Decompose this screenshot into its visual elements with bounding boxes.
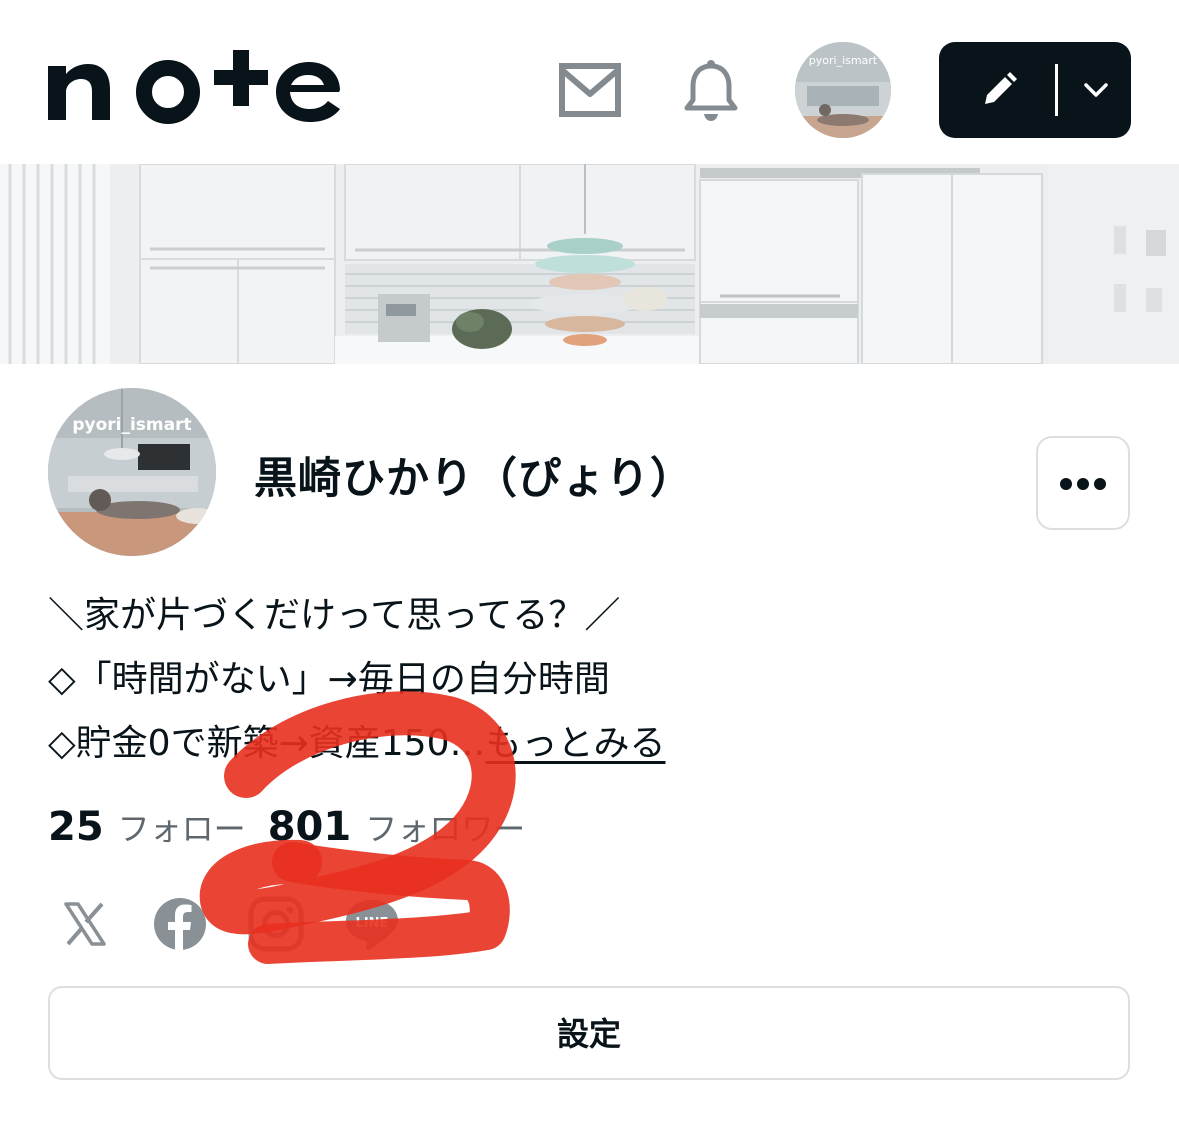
line-icon-text: LINE [356, 916, 389, 931]
following-label: フォロー [117, 810, 246, 848]
follow-stats: 25 フォロー 801 フォロワー [48, 804, 547, 860]
pencil-icon [985, 72, 1017, 104]
bio-line: ◇貯金0で新築→資産150… [48, 723, 486, 764]
profile-name: 黒崎ひかり（ぴょり） [254, 454, 694, 504]
read-more-link[interactable]: もっとみる [485, 723, 665, 764]
settings-button[interactable]: 設定 [48, 986, 1130, 1080]
chevron-down-icon[interactable] [1083, 80, 1109, 100]
post-button-divider [1055, 64, 1058, 116]
followers-count: 801 [267, 804, 352, 850]
more-dot [1094, 478, 1106, 490]
cover-image [0, 164, 1179, 364]
header-avatar[interactable]: pyori_ismart [795, 42, 891, 138]
instagram-icon[interactable] [248, 896, 304, 952]
top-bar: note pyori_ismart [0, 0, 1179, 164]
facebook-icon[interactable] [152, 896, 208, 952]
more-dot [1060, 478, 1072, 490]
x-icon[interactable] [56, 896, 112, 952]
more-options-button[interactable] [1036, 436, 1130, 530]
following-link[interactable]: 25 フォロー [48, 804, 268, 850]
note-logo[interactable]: note [48, 50, 348, 126]
followers-link[interactable]: 801 フォロワー [268, 804, 548, 850]
bio-line: ◇「時間がない」→毎日の自分時間 [48, 659, 610, 700]
profile-avatar-watermark: pyori_ismart [72, 415, 191, 435]
profile-bio: ＼家が片づくだけって思ってる？／ ◇「時間がない」→毎日の自分時間 ◇貯金0で新… [48, 584, 1128, 776]
bio-line-last: ◇貯金0で新築→資産150…もっとみる [48, 712, 1128, 776]
following-count: 25 [48, 804, 104, 850]
header-avatar-watermark: pyori_ismart [809, 54, 878, 67]
followers-label: フォロワー [365, 810, 526, 848]
bio-line: ＼家が片づくだけって思ってる？／ [48, 595, 621, 636]
bell-icon[interactable] [684, 58, 738, 122]
more-dot [1077, 478, 1089, 490]
mail-icon[interactable] [558, 62, 622, 118]
line-icon[interactable]: LINE [344, 896, 400, 952]
profile-avatar[interactable]: pyori_ismart [48, 388, 216, 556]
post-button[interactable] [939, 42, 1131, 138]
